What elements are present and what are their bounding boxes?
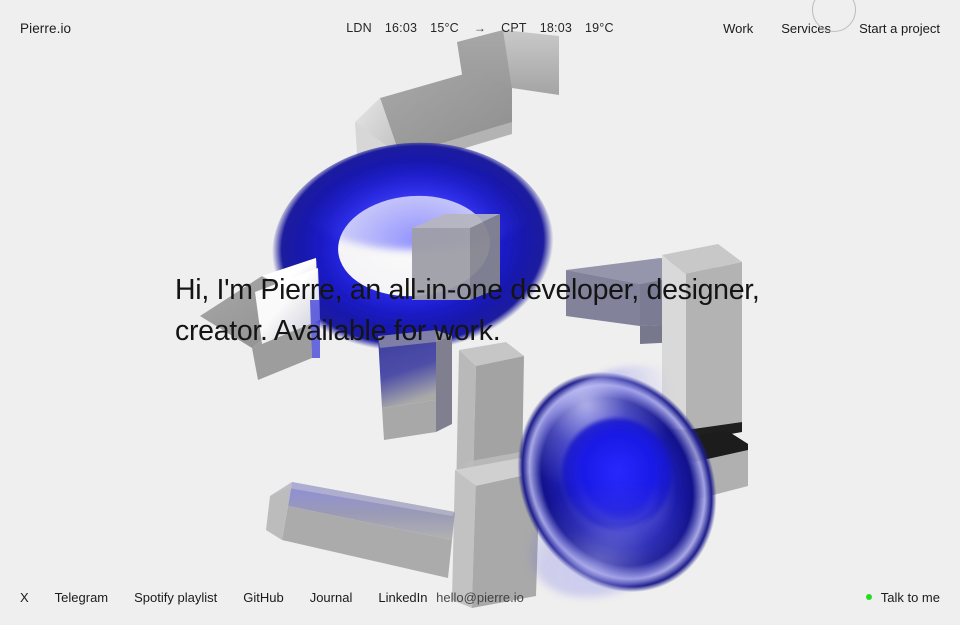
ticker-to-time: 18:03 bbox=[539, 21, 572, 35]
ticker-from-temp: 15°C bbox=[430, 21, 459, 35]
world-clock-ticker: LDN 16:03 15°C → CPT 18:03 19°C bbox=[346, 21, 613, 35]
nav-item-services[interactable]: Services bbox=[781, 21, 831, 36]
social-link-github[interactable]: GitHub bbox=[243, 590, 283, 605]
contact-email[interactable]: hello@pierre.io bbox=[436, 590, 524, 605]
nav-item-start-a-project[interactable]: Start a project bbox=[859, 21, 940, 36]
site-footer: X Telegram Spotify playlist GitHub Journ… bbox=[0, 569, 960, 625]
social-link-telegram[interactable]: Telegram bbox=[55, 590, 108, 605]
ticker-to-city: CPT bbox=[501, 21, 527, 35]
nav-item-work[interactable]: Work bbox=[723, 21, 753, 36]
social-links: X Telegram Spotify playlist GitHub Journ… bbox=[20, 590, 428, 605]
ticker-from-city: LDN bbox=[346, 21, 372, 35]
talk-to-me-cta[interactable]: Talk to me bbox=[865, 589, 940, 605]
page-headline: Hi, I'm Pierre, an all-in-one developer,… bbox=[175, 274, 760, 347]
primary-nav: Work Services Start a project bbox=[723, 21, 940, 36]
site-header: Pierre.io LDN 16:03 15°C → CPT 18:03 19°… bbox=[0, 0, 960, 56]
social-link-journal[interactable]: Journal bbox=[310, 590, 353, 605]
ticker-to-temp: 19°C bbox=[584, 21, 614, 35]
arrow-right-icon: → bbox=[473, 21, 487, 35]
social-link-x[interactable]: X bbox=[20, 590, 29, 605]
shape-bar-bottom-left bbox=[266, 482, 455, 578]
talk-to-me-label: Talk to me bbox=[880, 589, 940, 605]
brand-logo[interactable]: Pierre.io bbox=[20, 21, 71, 36]
social-link-linkedin[interactable]: LinkedIn bbox=[378, 590, 427, 605]
status-dot-icon bbox=[865, 594, 872, 600]
ticker-from-time: 16:03 bbox=[384, 21, 418, 35]
social-link-spotify-playlist[interactable]: Spotify playlist bbox=[134, 590, 217, 605]
